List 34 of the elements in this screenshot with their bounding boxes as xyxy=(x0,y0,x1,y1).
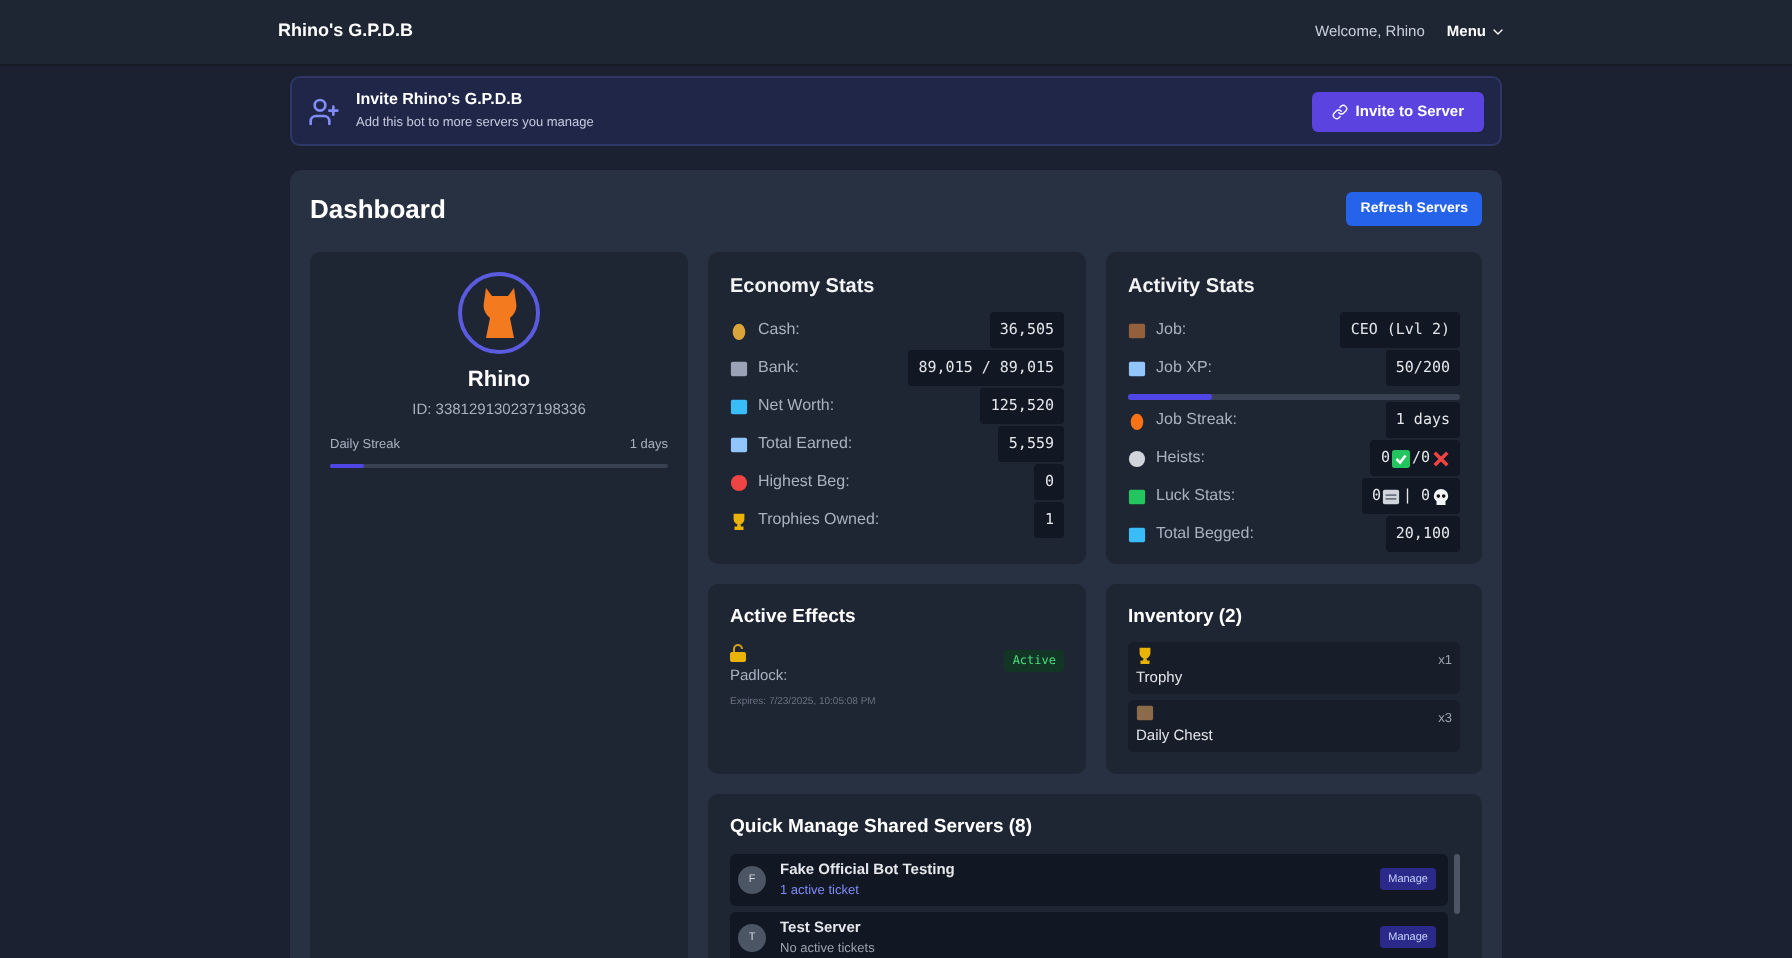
square-icon xyxy=(1128,487,1146,505)
stat-label: Cash: xyxy=(758,318,800,342)
chevron-icon xyxy=(1490,24,1506,40)
stat-label: Total Begged: xyxy=(1156,522,1254,546)
square-icon xyxy=(1128,525,1146,543)
card-title: Activity Stats xyxy=(1128,273,1257,301)
stat-label: Luck Stats: xyxy=(1156,484,1236,508)
padlock-icon xyxy=(730,643,746,662)
user-plus-icon xyxy=(308,95,340,127)
profile-name: Rhino xyxy=(467,365,531,395)
stat-label: Job: xyxy=(1156,318,1187,342)
stat-label: Total Earned: xyxy=(758,432,853,456)
ticket-icon xyxy=(1382,487,1401,505)
link-icon xyxy=(1331,103,1348,119)
trophy-icon xyxy=(1136,646,1154,665)
stat-label: Job Streak: xyxy=(1156,408,1237,432)
stat-label: Bank: xyxy=(758,356,799,380)
invite-title: Invite Rhino's G.P.D.B xyxy=(356,88,525,113)
stat-label: Highest Beg: xyxy=(758,470,850,494)
cross-icon xyxy=(1432,449,1450,467)
card-title: Inventory (2) xyxy=(1128,603,1245,631)
dashboard-title: Dashboard xyxy=(310,192,446,228)
scrollbar-thumb xyxy=(1454,853,1460,914)
stat-label: Net Worth: xyxy=(758,394,835,418)
brand-title: Rhino's G.P.D.B xyxy=(278,18,413,45)
trophy-icon xyxy=(730,511,748,529)
skull-icon xyxy=(1432,487,1450,505)
stat-label: Job XP: xyxy=(1156,356,1213,380)
check-icon xyxy=(1391,449,1410,467)
card-title: Quick Manage Shared Servers (8) xyxy=(730,813,1035,841)
card-title: Active Effects xyxy=(730,603,858,631)
card-title: Economy Stats xyxy=(730,273,877,301)
stat-label: Heists: xyxy=(1156,446,1205,470)
stat-label: Trophies Owned: xyxy=(758,508,880,532)
